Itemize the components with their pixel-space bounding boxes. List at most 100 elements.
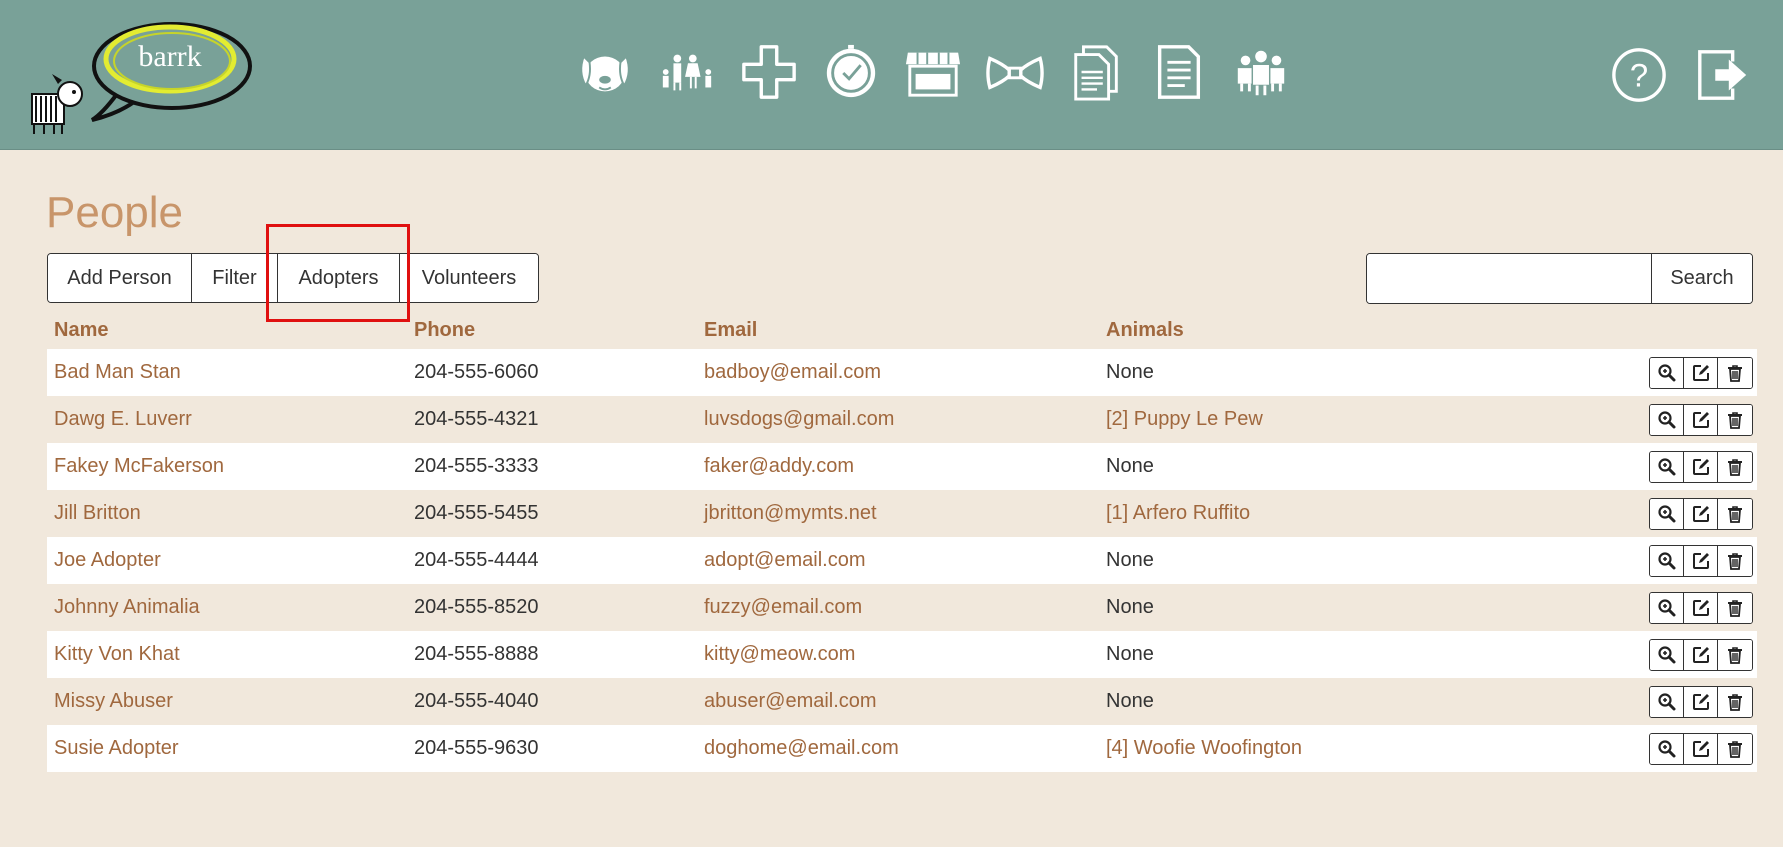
delete-button[interactable] xyxy=(1718,592,1752,623)
column-header-name[interactable]: Name xyxy=(47,319,407,342)
trash-icon xyxy=(1728,693,1742,711)
person-animals-link[interactable]: [4] Woofie Woofington xyxy=(1099,737,1619,760)
person-phone: 204-555-3333 xyxy=(414,455,539,477)
delete-button[interactable] xyxy=(1718,357,1752,388)
person-name-link[interactable]: Joe Adopter xyxy=(47,549,407,572)
view-button[interactable] xyxy=(1650,357,1684,388)
person-email-link[interactable]: jbritton@mymts.net xyxy=(697,502,1099,525)
person-animals: None xyxy=(1106,596,1154,618)
people-table: Name Phone Email Animals Bad Man Stan 20… xyxy=(47,312,1757,772)
volunteers-button[interactable]: Volunteers xyxy=(400,254,538,302)
person-email-link[interactable]: doghome@email.com xyxy=(697,737,1099,760)
person-name-link[interactable]: Jill Britton xyxy=(47,502,407,525)
trash-icon xyxy=(1728,505,1742,523)
nav-reports[interactable] xyxy=(1149,42,1209,102)
table-row: Missy Abuser 204-555-4040 abuser@email.c… xyxy=(47,678,1757,725)
help-icon: ? xyxy=(1612,48,1666,102)
view-button[interactable] xyxy=(1650,686,1684,717)
person-email-link[interactable]: abuser@email.com xyxy=(697,690,1099,713)
row-action-group xyxy=(1649,356,1753,389)
magnifier-icon xyxy=(1657,645,1675,663)
barrk-logo[interactable]: barrk xyxy=(22,14,262,139)
column-header-animals[interactable]: Animals xyxy=(1099,319,1619,342)
filter-button[interactable]: Filter xyxy=(192,254,278,302)
person-animals: None xyxy=(1106,690,1154,712)
person-email-link[interactable]: kitty@meow.com xyxy=(697,643,1099,666)
view-button[interactable] xyxy=(1650,545,1684,576)
nav-schedule[interactable] xyxy=(821,42,881,102)
nav-volunteers[interactable] xyxy=(1231,42,1291,102)
trash-icon xyxy=(1728,364,1742,382)
edit-icon xyxy=(1692,552,1709,569)
delete-button[interactable] xyxy=(1718,451,1752,482)
row-action-group xyxy=(1649,403,1753,436)
person-animals: None xyxy=(1106,361,1154,383)
logout-button[interactable] xyxy=(1694,46,1752,104)
store-icon xyxy=(905,52,961,97)
edit-button[interactable] xyxy=(1684,639,1718,670)
delete-button[interactable] xyxy=(1718,498,1752,529)
person-phone: 204-555-4321 xyxy=(414,408,539,430)
search-button[interactable]: Search xyxy=(1652,254,1752,303)
view-button[interactable] xyxy=(1650,639,1684,670)
row-action-group xyxy=(1649,591,1753,624)
magnifier-icon xyxy=(1657,410,1675,428)
row-action-group xyxy=(1649,497,1753,530)
edit-icon xyxy=(1692,458,1709,475)
edit-icon xyxy=(1692,599,1709,616)
delete-button[interactable] xyxy=(1718,639,1752,670)
view-button[interactable] xyxy=(1650,592,1684,623)
person-name-link[interactable]: Fakey McFakerson xyxy=(47,455,407,478)
add-person-button[interactable]: Add Person xyxy=(48,254,192,302)
edit-button[interactable] xyxy=(1684,357,1718,388)
person-animals-link[interactable]: [1] Arfero Ruffito xyxy=(1099,502,1619,525)
row-actions xyxy=(1619,732,1757,765)
person-animals-link[interactable]: [2] Puppy Le Pew xyxy=(1099,408,1619,431)
delete-button[interactable] xyxy=(1718,545,1752,576)
nav-medical[interactable] xyxy=(739,42,799,102)
delete-button[interactable] xyxy=(1718,733,1752,764)
person-name-link[interactable]: Missy Abuser xyxy=(47,690,407,713)
search-bar: Search xyxy=(1366,253,1753,304)
person-email-link[interactable]: luvsdogs@gmail.com xyxy=(697,408,1099,431)
person-name-link[interactable]: Johnny Animalia xyxy=(47,596,407,619)
edit-button[interactable] xyxy=(1684,686,1718,717)
person-email-link[interactable]: badboy@email.com xyxy=(697,361,1099,384)
edit-button[interactable] xyxy=(1684,498,1718,529)
row-actions xyxy=(1619,450,1757,483)
help-button[interactable]: ? xyxy=(1610,46,1668,104)
person-name-link[interactable]: Kitty Von Khat xyxy=(47,643,407,666)
person-name-link[interactable]: Dawg E. Luverr xyxy=(47,408,407,431)
person-phone: 204-555-6060 xyxy=(414,361,539,383)
search-input[interactable] xyxy=(1367,254,1652,303)
person-name-link[interactable]: Bad Man Stan xyxy=(47,361,407,384)
edit-button[interactable] xyxy=(1684,733,1718,764)
column-header-email[interactable]: Email xyxy=(697,319,1099,342)
view-button[interactable] xyxy=(1650,404,1684,435)
edit-icon xyxy=(1692,693,1709,710)
person-email-link[interactable]: adopt@email.com xyxy=(697,549,1099,572)
person-name-link[interactable]: Susie Adopter xyxy=(47,737,407,760)
delete-button[interactable] xyxy=(1718,404,1752,435)
delete-button[interactable] xyxy=(1718,686,1752,717)
view-button[interactable] xyxy=(1650,733,1684,764)
view-button[interactable] xyxy=(1650,451,1684,482)
nav-documents[interactable] xyxy=(1067,42,1127,102)
view-button[interactable] xyxy=(1650,498,1684,529)
trash-icon xyxy=(1728,411,1742,429)
nav-animals[interactable] xyxy=(575,42,635,102)
edit-button[interactable] xyxy=(1684,545,1718,576)
person-email-link[interactable]: faker@addy.com xyxy=(697,455,1099,478)
edit-button[interactable] xyxy=(1684,404,1718,435)
row-actions xyxy=(1619,497,1757,530)
column-header-phone[interactable]: Phone xyxy=(407,319,697,342)
nav-people[interactable] xyxy=(657,42,717,102)
adopters-button[interactable]: Adopters xyxy=(278,254,400,302)
nav-events[interactable] xyxy=(985,42,1045,102)
edit-button[interactable] xyxy=(1684,451,1718,482)
person-email-link[interactable]: fuzzy@email.com xyxy=(697,596,1099,619)
magnifier-icon xyxy=(1657,598,1675,616)
row-actions xyxy=(1619,403,1757,436)
nav-store[interactable] xyxy=(903,42,963,102)
edit-button[interactable] xyxy=(1684,592,1718,623)
